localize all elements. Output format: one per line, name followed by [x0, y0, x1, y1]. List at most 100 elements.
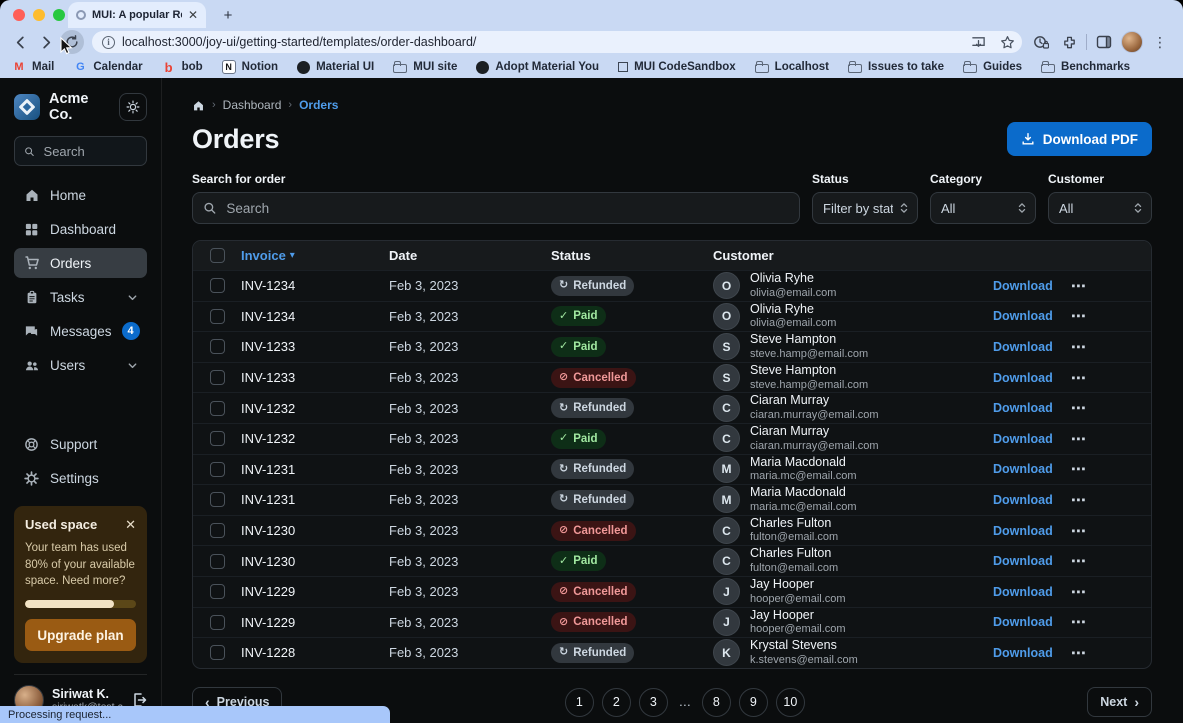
column-header-invoice[interactable]: Invoice▾ [241, 248, 389, 263]
category-filter-select[interactable]: All [930, 192, 1036, 224]
row-menu-icon[interactable]: ⋯ [1071, 613, 1087, 631]
row-checkbox[interactable] [210, 309, 225, 324]
order-search-input[interactable] [224, 200, 789, 217]
url-text[interactable]: localhost:3000/joy-ui/getting-started/te… [122, 35, 960, 49]
row-checkbox[interactable] [210, 431, 225, 446]
bookmark-item[interactable]: Adopt Material You [476, 61, 599, 74]
sidebar-item-orders[interactable]: Orders [14, 248, 147, 278]
row-checkbox[interactable] [210, 492, 225, 507]
forward-button[interactable] [34, 30, 58, 54]
row-checkbox[interactable] [210, 401, 225, 416]
row-menu-icon[interactable]: ⋯ [1071, 460, 1087, 478]
search-input[interactable] [42, 143, 137, 160]
new-tab-button[interactable]: + [216, 3, 240, 27]
row-checkbox[interactable] [210, 462, 225, 477]
row-checkbox[interactable] [210, 523, 225, 538]
download-link[interactable]: Download [993, 432, 1053, 446]
bookmark-item[interactable]: N Notion [222, 60, 278, 74]
sidebar-search[interactable] [14, 136, 147, 166]
bookmark-star-icon[interactable] [996, 31, 1018, 53]
download-link[interactable]: Download [993, 493, 1053, 507]
download-pdf-button[interactable]: Download PDF [1007, 122, 1152, 156]
browser-tab[interactable]: MUI: A popular React UI fram ✕ [68, 2, 206, 28]
page-number-button[interactable]: … [676, 688, 694, 717]
download-link[interactable]: Download [993, 279, 1053, 293]
download-link[interactable]: Download [993, 524, 1053, 538]
back-button[interactable] [8, 30, 32, 54]
bookmark-item[interactable]: b bob [162, 61, 203, 74]
download-link[interactable]: Download [993, 462, 1053, 476]
row-menu-icon[interactable]: ⋯ [1071, 430, 1087, 448]
row-checkbox[interactable] [210, 584, 225, 599]
bookmark-item[interactable]: MUI CodeSandbox [618, 61, 736, 73]
address-bar[interactable]: i localhost:3000/joy-ui/getting-started/… [92, 31, 1022, 53]
sidebar-item-users[interactable]: Users [14, 350, 147, 380]
row-checkbox[interactable] [210, 645, 225, 660]
download-link[interactable]: Download [993, 401, 1053, 415]
sidebar-item-support[interactable]: Support [14, 430, 147, 460]
row-checkbox[interactable] [210, 278, 225, 293]
maximize-window-button[interactable] [53, 9, 65, 21]
download-link[interactable]: Download [993, 554, 1053, 568]
browser-menu-icon[interactable]: ⋮ [1149, 31, 1171, 53]
page-number-button[interactable]: 10 [776, 688, 805, 717]
order-search-field[interactable] [192, 192, 800, 224]
row-menu-icon[interactable]: ⋯ [1071, 338, 1087, 356]
browser-profile-avatar[interactable] [1121, 31, 1143, 53]
sidebar-item-dashboard[interactable]: Dashboard [14, 214, 147, 244]
close-icon[interactable]: ✕ [125, 518, 136, 531]
status-filter-select[interactable]: Filter by status [812, 192, 918, 224]
site-info-icon[interactable]: i [102, 36, 115, 49]
row-menu-icon[interactable]: ⋯ [1071, 644, 1087, 662]
reload-button[interactable] [60, 30, 84, 54]
page-number-button[interactable]: 1 [565, 688, 594, 717]
download-link[interactable]: Download [993, 615, 1053, 629]
bookmark-item[interactable]: G Calendar [73, 61, 142, 74]
row-menu-icon[interactable]: ⋯ [1071, 583, 1087, 601]
sidebar-item-messages[interactable]: Messages 4 [14, 316, 147, 346]
download-link[interactable]: Download [993, 371, 1053, 385]
customer-filter-select[interactable]: All [1048, 192, 1152, 224]
bookmark-item[interactable]: M Mail [12, 61, 54, 74]
install-app-icon[interactable] [967, 31, 989, 53]
sidebar-item-tasks[interactable]: Tasks [14, 282, 147, 312]
row-checkbox[interactable] [210, 615, 225, 630]
page-number-button[interactable]: 8 [702, 688, 731, 717]
bookmark-item[interactable]: Localhost [755, 61, 829, 73]
upgrade-plan-button[interactable]: Upgrade plan [25, 619, 136, 651]
select-all-checkbox[interactable] [210, 248, 225, 263]
row-menu-icon[interactable]: ⋯ [1071, 307, 1087, 325]
page-number-button[interactable]: 9 [739, 688, 768, 717]
row-menu-icon[interactable]: ⋯ [1071, 522, 1087, 540]
breadcrumb-dashboard[interactable]: Dashboard [223, 98, 282, 112]
page-number-button[interactable]: 3 [639, 688, 668, 717]
row-menu-icon[interactable]: ⋯ [1071, 552, 1087, 570]
bookmark-item[interactable]: Issues to take [848, 61, 944, 73]
row-menu-icon[interactable]: ⋯ [1071, 399, 1087, 417]
side-panel-icon[interactable] [1093, 31, 1115, 53]
next-page-button[interactable]: Next› [1087, 687, 1152, 717]
row-checkbox[interactable] [210, 554, 225, 569]
row-menu-icon[interactable]: ⋯ [1071, 491, 1087, 509]
sidebar-item-settings[interactable]: Settings [14, 464, 147, 494]
theme-toggle-button[interactable] [119, 93, 147, 121]
bookmark-item[interactable]: Guides [963, 61, 1022, 73]
extensions-icon[interactable] [1058, 31, 1080, 53]
minimize-window-button[interactable] [33, 9, 45, 21]
bookmark-item[interactable]: Material UI [297, 61, 374, 74]
close-window-button[interactable] [13, 9, 25, 21]
download-link[interactable]: Download [993, 585, 1053, 599]
bookmark-item[interactable]: MUI site [393, 61, 457, 73]
download-link[interactable]: Download [993, 309, 1053, 323]
row-menu-icon[interactable]: ⋯ [1071, 277, 1087, 295]
page-number-button[interactable]: 2 [602, 688, 631, 717]
download-link[interactable]: Download [993, 340, 1053, 354]
tab-close-icon[interactable]: ✕ [188, 9, 198, 21]
row-checkbox[interactable] [210, 370, 225, 385]
privacy-sandbox-icon[interactable] [1030, 31, 1052, 53]
sidebar-item-home[interactable]: Home [14, 180, 147, 210]
download-link[interactable]: Download [993, 646, 1053, 660]
breadcrumb-home-icon[interactable] [192, 99, 205, 112]
bookmark-item[interactable]: Benchmarks [1041, 61, 1130, 73]
row-checkbox[interactable] [210, 339, 225, 354]
